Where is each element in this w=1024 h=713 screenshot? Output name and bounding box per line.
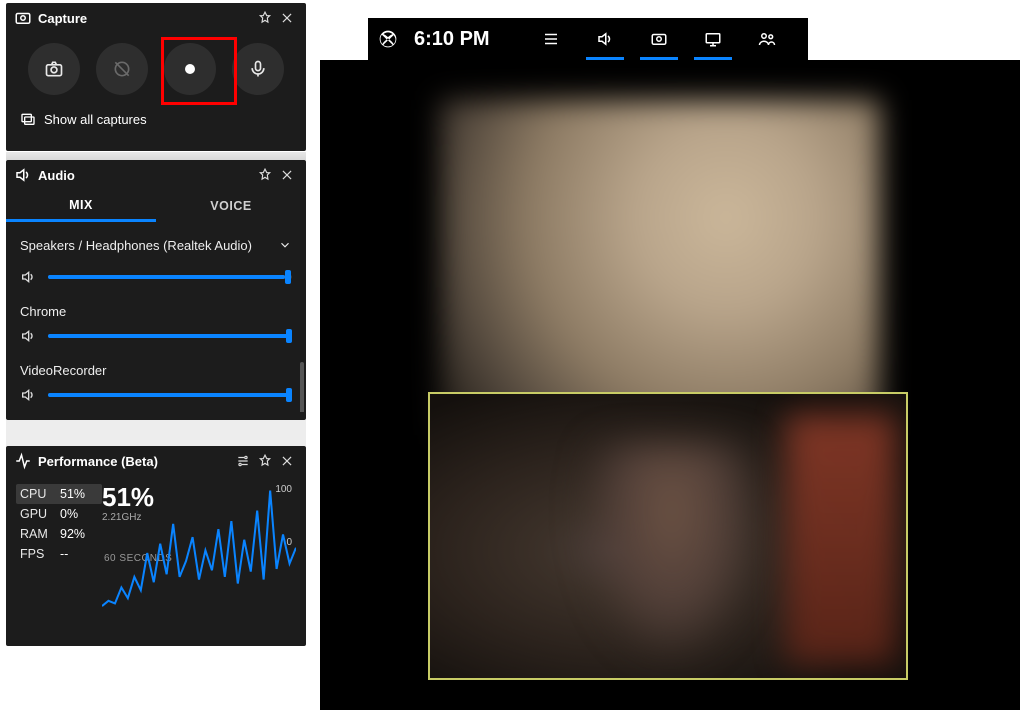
performance-header: Performance (Beta) [6,446,306,476]
tab-voice[interactable]: VOICE [156,190,306,222]
xbox-game-bar: 6:10 PM [368,18,808,60]
stat-cpu[interactable]: CPU 51% [16,484,102,504]
audio-widget-button[interactable] [578,18,632,60]
audio-title: Audio [38,168,254,183]
desktop-band [6,420,306,446]
widgets-menu-button[interactable] [524,18,578,60]
app-volume-slider-1[interactable] [20,378,292,412]
capture-header: Capture [6,3,306,33]
app-volume-label-0: Chrome [20,304,292,319]
show-all-captures-text: Show all captures [44,112,147,127]
cpu-sparkline [102,484,296,617]
microphone-button[interactable] [232,43,284,95]
capture-title: Capture [38,11,254,26]
audio-icon [14,166,32,184]
video-tile-remote [440,100,880,435]
capture-panel: Capture Show all captures [6,3,306,151]
audio-body: Speakers / Headphones (Realtek Audio) Ch… [6,222,306,412]
audio-tabs: MIX VOICE [6,190,306,222]
audio-pin-button[interactable] [254,164,276,186]
output-device-name: Speakers / Headphones (Realtek Audio) [20,238,252,253]
capture-button-row [6,33,306,103]
show-all-captures-link[interactable]: Show all captures [6,103,306,137]
audio-header: Audio [6,160,306,190]
xbox-social-button[interactable] [740,18,794,60]
capture-icon [14,9,32,27]
pin-button[interactable] [254,7,276,29]
audio-close-button[interactable] [276,164,298,186]
clock: 6:10 PM [414,28,524,51]
chevron-down-icon [278,238,292,252]
record-last-button[interactable] [96,43,148,95]
audio-panel: Audio MIX VOICE Speakers / Headphones (R… [6,160,306,420]
screenshot-button[interactable] [28,43,80,95]
performance-graph: 51% 2.21GHz 100 0 60 SECONDS [102,484,296,564]
video-call-area [320,60,1020,710]
capture-widget-button[interactable] [632,18,686,60]
tab-mix[interactable]: MIX [6,190,156,222]
performance-icon [14,452,32,470]
xbox-logo-icon[interactable] [368,29,408,49]
performance-widget-button[interactable] [686,18,740,60]
performance-panel: Performance (Beta) CPU 51% GPU 0% RAM 92… [6,446,306,646]
speaker-icon [20,269,42,285]
performance-body: CPU 51% GPU 0% RAM 92% FPS -- 51% 2.21GH… [6,476,306,564]
close-button[interactable] [276,7,298,29]
performance-stats: CPU 51% GPU 0% RAM 92% FPS -- [16,484,102,564]
perf-settings-button[interactable] [232,450,254,472]
performance-title: Performance (Beta) [38,454,232,469]
app-volume-label-1: VideoRecorder [20,363,292,378]
perf-close-button[interactable] [276,450,298,472]
speaker-icon [20,387,42,403]
speaker-icon [20,328,42,344]
desktop-sliver [6,152,306,160]
audio-scrollbar[interactable] [300,362,304,412]
app-volume-slider-0[interactable] [20,319,292,353]
start-recording-button[interactable] [164,43,216,95]
system-volume-slider[interactable] [20,260,292,294]
perf-pin-button[interactable] [254,450,276,472]
stat-ram[interactable]: RAM 92% [16,524,102,544]
stat-fps[interactable]: FPS -- [16,544,102,564]
video-tile-self[interactable] [428,392,908,680]
output-device-select[interactable]: Speakers / Headphones (Realtek Audio) [20,230,292,260]
stat-gpu[interactable]: GPU 0% [16,504,102,524]
